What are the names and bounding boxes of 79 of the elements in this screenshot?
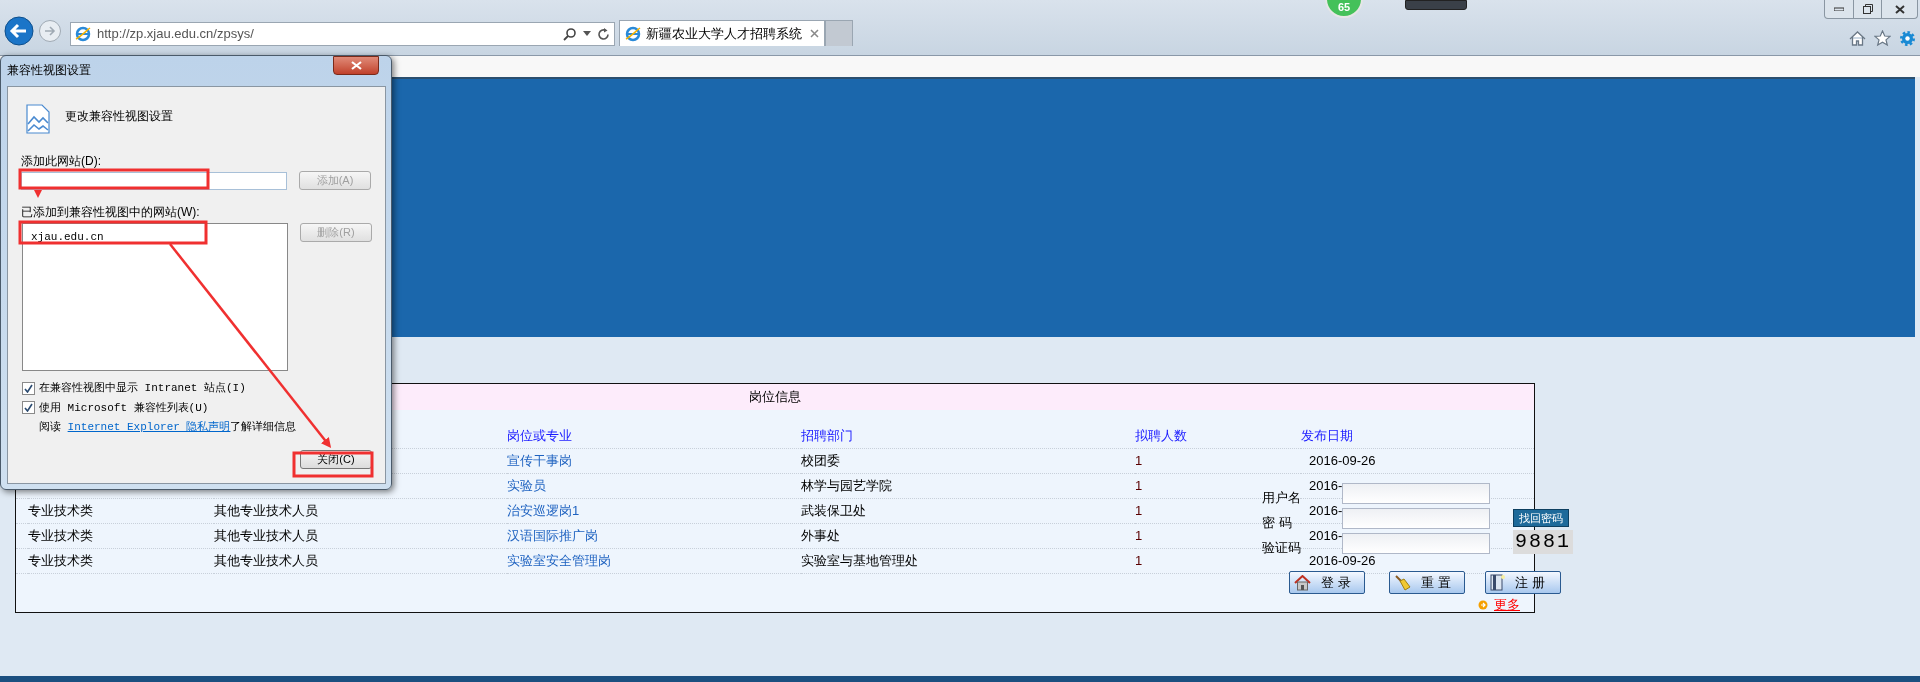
table-cell-text: 其他专业技术人员	[214, 502, 318, 521]
field-label: 添加此网站(D):	[21, 153, 101, 170]
search-icon[interactable]	[563, 27, 577, 41]
back-icon[interactable]	[4, 16, 34, 46]
table-cell-text: 2016-	[1309, 477, 1343, 496]
position-link[interactable]: 实验员	[507, 476, 546, 496]
table-cell-text: 实验室与基地管理处	[801, 552, 918, 571]
privacy-link[interactable]: Internet Explorer 隐私声明	[67, 421, 231, 433]
table-cell-text: 外事处	[801, 527, 840, 546]
column-header[interactable]: 岗位或专业	[507, 426, 572, 446]
table-cell-text: 1	[1135, 502, 1143, 521]
column-header[interactable]: 招聘部门	[801, 426, 853, 446]
book-icon	[1490, 574, 1505, 591]
table-cell-text: 专业技术类	[28, 527, 93, 546]
table-cell-text: 1	[1135, 552, 1143, 571]
address-bar[interactable]: http://zp.xjau.edu.cn/zpsys/	[70, 22, 615, 46]
document-icon	[26, 104, 50, 134]
arrow-icon	[1478, 599, 1488, 610]
meter-widget	[1405, 0, 1467, 10]
table-cell-text: 2016-	[1309, 527, 1343, 546]
position-link[interactable]: 治安巡逻岗1	[507, 501, 580, 521]
more-link[interactable]: 更多	[1494, 595, 1520, 615]
site-list[interactable]: xjau.edu.cn	[22, 223, 288, 371]
table-cell-text: 1	[1135, 452, 1143, 471]
close-icon	[1894, 4, 1905, 14]
field-label: 用户名	[1262, 489, 1302, 507]
login-input[interactable]	[1342, 533, 1490, 554]
table-cell-text: 其他专业技术人员	[214, 552, 318, 571]
house-icon	[1294, 574, 1311, 591]
column-header[interactable]: 拟聘人数	[1135, 426, 1187, 446]
table-cell-text: 校团委	[801, 452, 840, 471]
close-icon	[350, 60, 362, 70]
tab-title: 新疆农业大学人才招聘系统	[646, 24, 803, 43]
find-password-button[interactable]: 找回密码	[1513, 509, 1569, 527]
close-button[interactable]	[333, 55, 379, 75]
checkbox[interactable]	[22, 381, 35, 395]
table-cell-text: 武装保卫处	[801, 502, 866, 521]
privacy-text: 阅读 Internet Explorer 隐私声明了解详细信息	[39, 420, 297, 435]
position-link[interactable]: 实验室安全管理岗	[507, 551, 611, 571]
login-input[interactable]	[1342, 483, 1490, 504]
settings-icon[interactable]	[1899, 30, 1916, 47]
dropdown-icon[interactable]	[583, 31, 591, 37]
table-cell-text: 专业技术类	[28, 552, 93, 571]
login-form-button[interactable]: 注 册	[1485, 571, 1561, 594]
broom-icon	[1394, 574, 1411, 591]
star-icon[interactable]	[1874, 30, 1891, 47]
address-text: http://zp.xjau.edu.cn/zpsys/	[97, 25, 255, 44]
login-input[interactable]	[1342, 508, 1490, 529]
table-cell-text: 其他专业技术人员	[214, 527, 318, 546]
home-icon[interactable]	[1849, 30, 1866, 47]
table-cell-text: 1	[1135, 527, 1143, 546]
captcha-image: 9881	[1513, 530, 1573, 554]
checkbox-label: 在兼容性视图中显示 Intranet 站点(I)	[39, 381, 246, 396]
browser-tab[interactable]: 新疆农业大学人才招聘系统	[619, 20, 825, 46]
position-link[interactable]: 汉语国际推广岗	[507, 526, 598, 546]
table-cell-text: 专业技术类	[28, 502, 93, 521]
field-label: 验证码	[1262, 539, 1302, 557]
close-icon[interactable]	[810, 29, 819, 38]
annotation-arrow	[34, 189, 42, 198]
list-item[interactable]: xjau.edu.cn	[31, 229, 104, 246]
position-link[interactable]: 宣传干事岗	[507, 451, 572, 471]
table-cell-text: 林学与园艺学院	[801, 477, 892, 496]
minimize-icon	[1834, 7, 1844, 11]
field-label: 已添加到兼容性视图中的网站(W):	[21, 205, 200, 219]
table-cell-text: 2016-09-26	[1309, 552, 1376, 571]
restore-icon	[1862, 4, 1873, 14]
dialog-heading: 更改兼容性视图设置	[65, 108, 173, 125]
table-cell-text: 1	[1135, 477, 1143, 496]
table-cell-text: 2016-	[1309, 502, 1343, 521]
login-form-button[interactable]: 登 录	[1289, 571, 1365, 594]
dialog-title: 兼容性视图设置	[7, 62, 91, 79]
field-label: 密 码	[1262, 514, 1293, 532]
table-cell-text: 2016-09-26	[1309, 452, 1376, 471]
checkbox[interactable]	[22, 401, 35, 415]
browser-page-icon	[625, 25, 641, 42]
login-form-button[interactable]: 重 置	[1389, 571, 1465, 594]
refresh-icon[interactable]	[597, 27, 610, 41]
browser-page-icon	[75, 26, 91, 42]
column-header[interactable]: 发布日期	[1301, 426, 1353, 446]
